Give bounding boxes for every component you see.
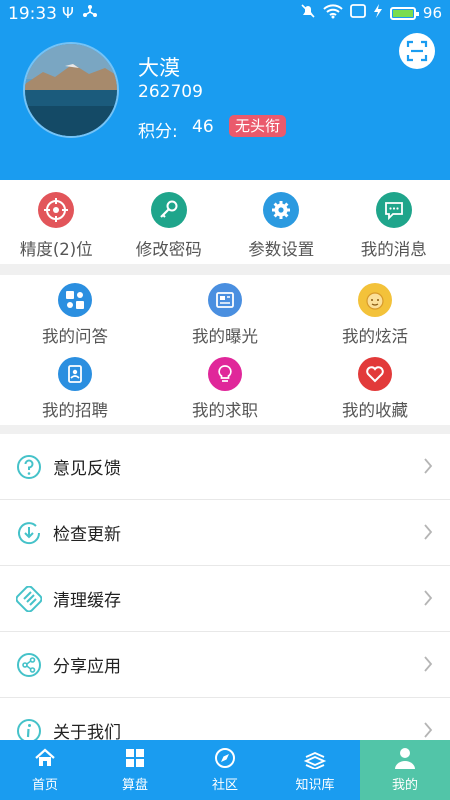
id-card-icon: [58, 357, 92, 391]
list-item-label: 清理缓存: [53, 591, 121, 611]
wifi-icon: [323, 3, 343, 23]
settings-list: 意见反馈 检查更新 清理缓存 分享应用 关于我们: [0, 434, 450, 740]
grid-item-my-favorites[interactable]: 我的收藏: [300, 357, 450, 421]
grid-item-my-showcase[interactable]: 我的炫活: [300, 283, 450, 347]
nav-tab-label: 知识库: [295, 778, 335, 793]
shortcut-settings[interactable]: 参数设置: [225, 180, 338, 264]
download-icon: [18, 522, 41, 545]
nav-tab-label: 算盘: [121, 778, 148, 793]
grid-item-my-exposure[interactable]: 我的曝光: [150, 283, 300, 347]
shortcut-label: 我的消息: [360, 240, 427, 259]
chevron-right-icon: [424, 722, 433, 738]
shortcut-precision[interactable]: 精度(2)位: [0, 180, 113, 264]
gear-icon: [263, 192, 300, 228]
battery-level: 96: [422, 4, 442, 22]
chat-bubble-icon: [375, 192, 412, 228]
list-item-about-us[interactable]: 关于我们: [0, 698, 450, 740]
battery-icon: [389, 6, 419, 20]
home-icon: [33, 746, 57, 770]
heart-icon: [358, 357, 392, 391]
broom-icon: [16, 586, 42, 612]
title-badge: 无头衔: [229, 115, 287, 137]
face-icon: [358, 283, 392, 317]
chevron-right-icon: [424, 590, 433, 606]
nav-tab-home[interactable]: 首页: [0, 740, 90, 800]
chevron-right-icon: [424, 524, 433, 540]
shortcut-label: 精度(2)位: [19, 240, 93, 259]
list-item-share-app[interactable]: 分享应用: [0, 632, 450, 698]
grid-item-my-job-search[interactable]: 我的求职: [150, 357, 300, 421]
points-label: 积分:: [138, 122, 178, 142]
target-icon: [38, 192, 75, 228]
status-bar: 19:33 Ψ 96: [0, 0, 450, 30]
person-icon: [393, 746, 417, 770]
grid-item-label: 我的招聘: [42, 401, 108, 420]
shortcut-change-password[interactable]: 修改密码: [113, 180, 226, 264]
list-item-label: 意见反馈: [53, 459, 121, 479]
list-item-check-update[interactable]: 检查更新: [0, 500, 450, 566]
list-item-label: 分享应用: [53, 657, 121, 677]
list-item-feedback[interactable]: 意见反馈: [0, 434, 450, 500]
scan-icon: [406, 40, 428, 62]
network-share-icon: [82, 3, 98, 23]
list-item-clear-cache[interactable]: 清理缓存: [0, 566, 450, 632]
status-time: 19:33: [8, 4, 57, 24]
usb-icon: Ψ: [62, 4, 74, 22]
username: 大漠: [138, 56, 180, 80]
key-icon: [150, 192, 187, 228]
avatar[interactable]: [23, 42, 119, 138]
shortcut-label: 修改密码: [135, 240, 202, 259]
grid-icon: [123, 746, 147, 770]
newspaper-icon: [208, 283, 242, 317]
charging-icon: [373, 4, 383, 22]
bottom-nav: 首页 算盘 社区 知识库 我的: [0, 740, 450, 800]
list-item-label: 检查更新: [53, 525, 121, 545]
mute-icon: [300, 3, 316, 23]
shortcut-messages[interactable]: 我的消息: [338, 180, 450, 264]
grid-item-my-recruitment[interactable]: 我的招聘: [0, 357, 150, 421]
qa-icon: [58, 283, 92, 317]
grid-item-label: 我的炫活: [342, 327, 408, 346]
grid-item-label: 我的问答: [42, 327, 108, 346]
shortcut-label: 参数设置: [248, 240, 315, 259]
nav-tab-label: 首页: [31, 778, 58, 793]
grid-item-label: 我的曝光: [192, 327, 258, 346]
scan-button[interactable]: [399, 33, 435, 69]
compass-icon: [213, 746, 237, 770]
points-value: 46: [192, 117, 214, 137]
grid-item-label: 我的求职: [192, 401, 258, 420]
nav-tab-abacus[interactable]: 算盘: [90, 740, 180, 800]
grid-item-label: 我的收藏: [342, 401, 408, 420]
info-icon: [17, 719, 41, 740]
books-icon: [303, 746, 327, 770]
nav-tab-label: 我的: [391, 778, 418, 793]
grid-item-my-qa[interactable]: 我的问答: [0, 283, 150, 347]
list-item-label: 关于我们: [53, 723, 121, 740]
user-id: 262709: [138, 82, 203, 102]
shortcut-row: 精度(2)位 修改密码 参数设置 我的消息: [0, 180, 450, 264]
question-icon: [17, 455, 41, 479]
chevron-right-icon: [424, 458, 433, 474]
nav-tab-community[interactable]: 社区: [180, 740, 270, 800]
feature-grid: 我的问答 我的曝光 我的炫活 我的招聘 我的求职 我的收藏: [0, 275, 450, 425]
profile-header: 19:33 Ψ 96 大漠 262709 积分: 46 无头衔: [0, 0, 450, 180]
chevron-right-icon: [424, 656, 433, 672]
nav-tab-knowledge[interactable]: 知识库: [270, 740, 360, 800]
nav-tab-mine[interactable]: 我的: [360, 740, 450, 800]
screen-icon: [350, 4, 366, 22]
lightbulb-icon: [208, 357, 242, 391]
nav-tab-label: 社区: [211, 778, 238, 793]
share-icon: [17, 653, 41, 677]
